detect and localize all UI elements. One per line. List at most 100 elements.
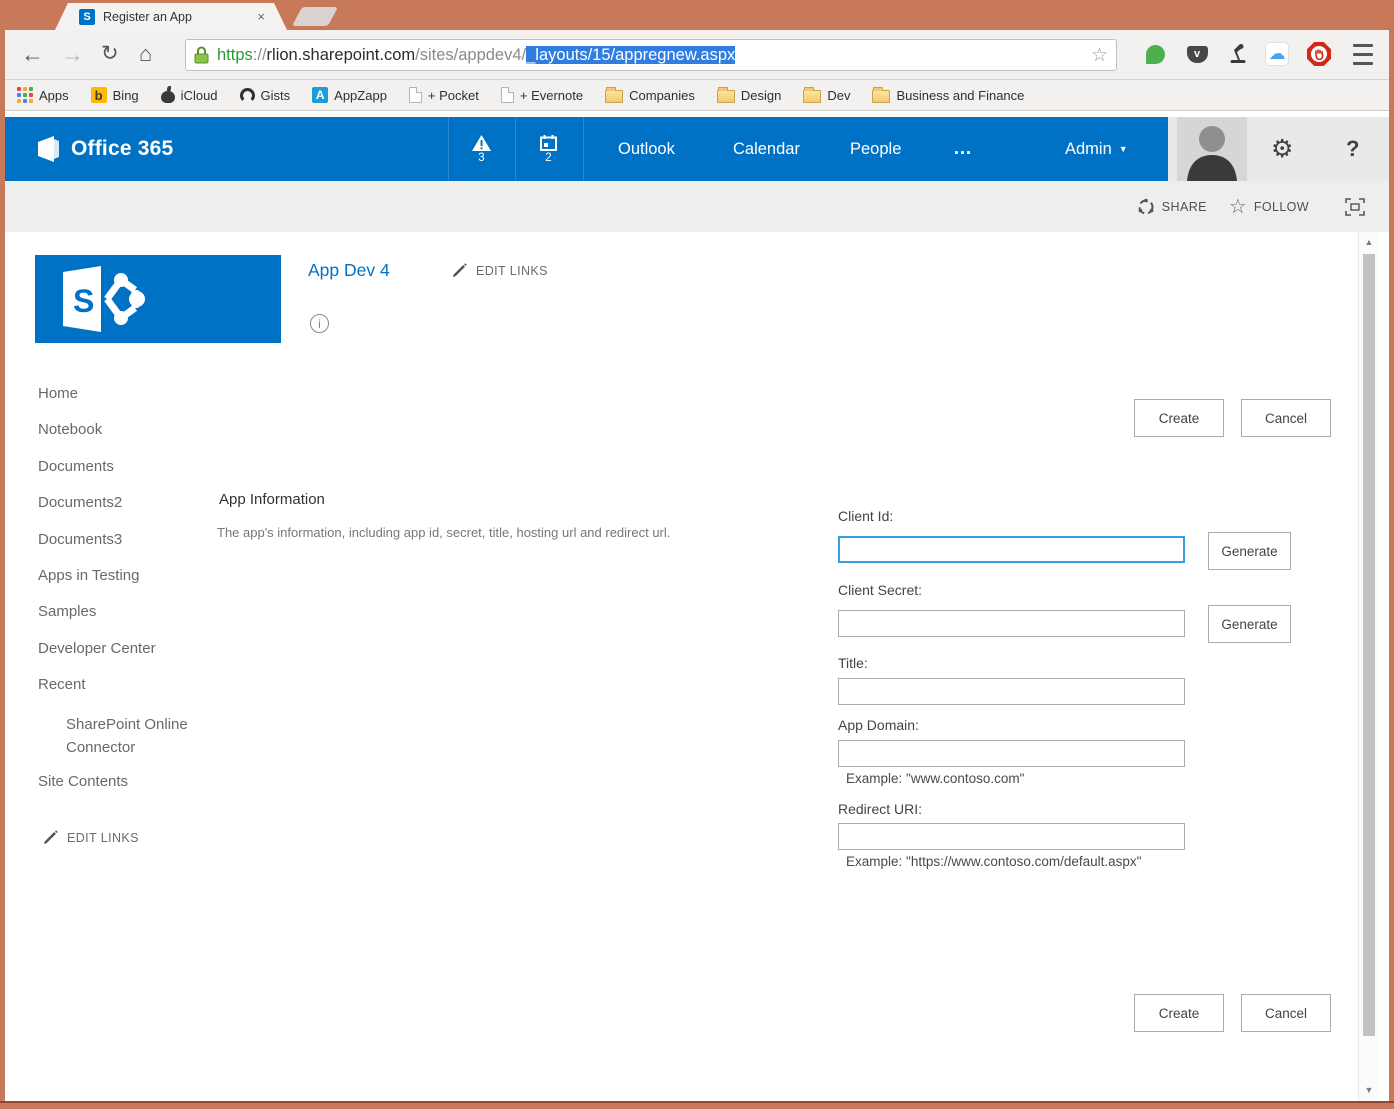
browser-toolbar: ← → ↻ ⌂ https://rlion.sharepoint.com/sit… <box>5 30 1389 80</box>
pencil-icon <box>43 830 58 845</box>
title-label: Title: <box>838 655 868 671</box>
lamp-extension-icon[interactable] <box>1225 40 1253 68</box>
redirect-uri-label: Redirect URI: <box>838 801 922 817</box>
sidebar-item-documents3[interactable]: Documents3 <box>38 531 213 567</box>
bookmark-folder-design[interactable]: Design <box>717 87 781 103</box>
tab-title: Register an App <box>103 10 249 24</box>
tab-strip: S Register an App × <box>0 0 1394 30</box>
bookmark-appzapp[interactable]: AAppZapp <box>312 87 387 103</box>
sidebar-item-notebook[interactable]: Notebook <box>38 421 213 457</box>
adblock-extension-icon[interactable] <box>1305 40 1333 68</box>
folder-icon <box>872 90 890 103</box>
sidebar-item-home[interactable]: Home <box>38 385 213 421</box>
feedly-extension-icon[interactable] <box>1141 40 1169 68</box>
site-title[interactable]: App Dev 4 <box>308 260 390 281</box>
create-button-bottom[interactable]: Create <box>1134 994 1224 1032</box>
sharepoint-logo-icon: S <box>55 266 151 332</box>
cloud-extension-icon[interactable]: ☁ <box>1263 40 1291 68</box>
bookmark-folder-dev[interactable]: Dev <box>803 87 850 103</box>
suite-divider <box>583 117 584 181</box>
page-icon <box>501 87 514 103</box>
calendar-reminders-button[interactable]: 2 <box>515 117 581 181</box>
bookmark-folder-companies[interactable]: Companies <box>605 87 695 103</box>
nav-outlook[interactable]: Outlook <box>618 117 675 181</box>
client-secret-label: Client Secret: <box>838 582 922 598</box>
nav-people[interactable]: People <box>850 117 901 181</box>
title-input[interactable] <box>838 678 1185 705</box>
redirect-uri-example: Example: "https://www.contoso.com/defaul… <box>846 854 1141 869</box>
pocket-extension-icon[interactable]: v <box>1183 40 1211 68</box>
scroll-down-icon[interactable]: ▼ <box>1359 1085 1379 1095</box>
info-icon[interactable]: i <box>310 314 329 333</box>
cancel-button-bottom[interactable]: Cancel <box>1241 994 1331 1032</box>
scrollbar-thumb[interactable] <box>1363 254 1375 1036</box>
forward-icon[interactable]: → <box>61 39 84 69</box>
office365-logo-icon <box>35 135 61 163</box>
scroll-up-icon[interactable]: ▲ <box>1359 237 1379 247</box>
apple-icon <box>161 87 175 103</box>
settings-gear-icon[interactable]: ⚙ <box>1271 117 1293 181</box>
share-icon <box>1137 198 1155 216</box>
calendar-icon <box>540 135 557 151</box>
folder-icon <box>803 90 821 103</box>
alert-triangle-icon <box>472 135 491 151</box>
generate-client-id-button[interactable]: Generate <box>1208 532 1291 570</box>
focus-mode-button[interactable] <box>1345 198 1365 216</box>
section-description: The app's information, including app id,… <box>217 525 670 540</box>
bookmark-apps[interactable]: Apps <box>17 87 69 103</box>
bookmark-pocket[interactable]: + Pocket <box>409 87 479 103</box>
github-icon <box>240 88 255 103</box>
apps-grid-icon <box>17 87 33 103</box>
sidebar-item-recent[interactable]: Recent <box>38 676 213 712</box>
office365-brand[interactable]: Office 365 <box>35 117 173 181</box>
ribbon-strip: SHARE ☆ FOLLOW <box>5 181 1389 232</box>
redirect-uri-input[interactable] <box>838 823 1185 850</box>
sidebar-item-developer-center[interactable]: Developer Center <box>38 640 213 676</box>
new-tab-button[interactable] <box>292 7 338 26</box>
app-domain-label: App Domain: <box>838 717 919 733</box>
client-id-input[interactable] <box>838 536 1185 563</box>
chevron-down-icon: ▼ <box>1119 144 1128 154</box>
pencil-icon <box>452 263 467 278</box>
sidebar-item-samples[interactable]: Samples <box>38 603 213 639</box>
follow-button[interactable]: ☆ FOLLOW <box>1229 194 1309 219</box>
alerts-button[interactable]: 3 <box>448 117 514 181</box>
bookmark-folder-business[interactable]: Business and Finance <box>872 87 1024 103</box>
generate-client-secret-button[interactable]: Generate <box>1208 605 1291 643</box>
sharepoint-site-logo[interactable]: S <box>35 255 281 343</box>
nav-calendar[interactable]: Calendar <box>733 117 800 181</box>
user-avatar[interactable] <box>1177 117 1247 181</box>
bookmark-gists[interactable]: Gists <box>240 88 291 103</box>
page-scrollbar[interactable]: ▲ ▼ <box>1358 232 1378 1101</box>
url-text: https://rlion.sharepoint.com/sites/appde… <box>217 46 1091 65</box>
share-button[interactable]: SHARE <box>1137 198 1207 216</box>
home-icon[interactable]: ⌂ <box>139 39 152 69</box>
create-button-top[interactable]: Create <box>1134 399 1224 437</box>
help-button[interactable]: ? <box>1346 117 1359 181</box>
sidebar-item-documents2[interactable]: Documents2 <box>38 494 213 530</box>
page-content: S App Dev 4 EDIT LINKS i Home Notebook D… <box>5 232 1389 1101</box>
back-icon[interactable]: ← <box>21 39 44 69</box>
tab-close-icon[interactable]: × <box>257 9 265 24</box>
browser-tab[interactable]: S Register an App × <box>55 3 287 30</box>
client-secret-input[interactable] <box>838 610 1185 637</box>
reload-icon[interactable]: ↻ <box>101 39 119 69</box>
sidebar-item-site-contents[interactable]: Site Contents <box>38 773 213 809</box>
sidebar-item-apps-in-testing[interactable]: Apps in Testing <box>38 567 213 603</box>
page-icon <box>409 87 422 103</box>
bookmark-star-icon[interactable]: ☆ <box>1091 44 1108 67</box>
chrome-menu-icon[interactable] <box>1349 40 1377 68</box>
sidebar-item-documents[interactable]: Documents <box>38 458 213 494</box>
cancel-button-top[interactable]: Cancel <box>1241 399 1331 437</box>
edit-links-top[interactable]: EDIT LINKS <box>452 263 548 278</box>
bookmark-bing[interactable]: bBing <box>91 87 139 103</box>
app-domain-input[interactable] <box>838 740 1185 767</box>
bookmark-evernote[interactable]: + Evernote <box>501 87 583 103</box>
sidebar-navigation: Home Notebook Documents Documents2 Docum… <box>38 385 213 809</box>
sidebar-item-sharepoint-online-connector[interactable]: SharePoint Online Connector <box>38 713 213 773</box>
address-bar[interactable]: https://rlion.sharepoint.com/sites/appde… <box>185 39 1117 71</box>
nav-more-icon[interactable]: … <box>953 117 972 181</box>
edit-links-sidebar[interactable]: EDIT LINKS <box>43 830 139 845</box>
bookmark-icloud[interactable]: iCloud <box>161 87 218 103</box>
nav-admin[interactable]: Admin▼ <box>1065 117 1128 181</box>
